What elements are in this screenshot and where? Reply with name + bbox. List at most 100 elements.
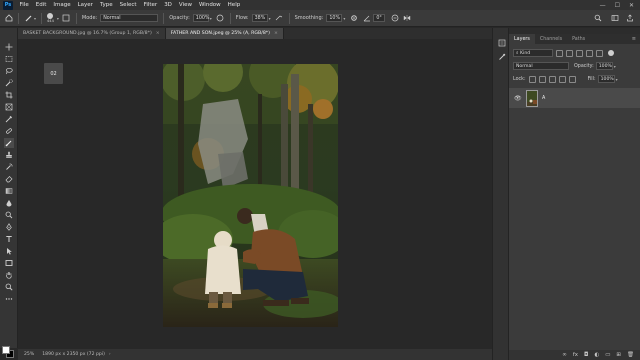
fx-icon[interactable]: fx	[573, 352, 578, 358]
filter-adjustment-icon[interactable]	[566, 49, 573, 57]
close-tab-icon[interactable]: ×	[156, 31, 160, 36]
chevron-down-icon[interactable]: ▾	[34, 16, 36, 21]
healing-brush-tool-icon[interactable]	[4, 126, 14, 136]
maximize-button[interactable]: ☐	[615, 2, 620, 9]
menu-3d[interactable]: 3D	[161, 2, 176, 8]
menu-file[interactable]: File	[16, 2, 32, 8]
angle-field[interactable]: 0°	[373, 14, 386, 22]
chevron-down-icon[interactable]: ▾	[210, 16, 212, 21]
new-group-icon[interactable]: ▭	[605, 352, 610, 358]
tab-channels[interactable]: Channels	[535, 34, 567, 44]
lock-image-icon[interactable]	[538, 75, 546, 83]
opacity-field[interactable]: 100%	[192, 14, 209, 22]
new-layer-icon[interactable]: ⊞	[616, 352, 621, 358]
menu-view[interactable]: View	[175, 2, 195, 8]
clone-stamp-tool-icon[interactable]	[4, 150, 14, 160]
chevron-down-icon[interactable]: ▾	[57, 16, 59, 21]
lock-position-icon[interactable]	[548, 75, 556, 83]
navigator-chip[interactable]: 02	[44, 63, 63, 84]
filter-type-icon[interactable]	[576, 49, 583, 57]
zoom-tool-icon[interactable]	[4, 282, 14, 292]
menu-type[interactable]: Type	[96, 2, 116, 8]
brush-settings-icon[interactable]	[62, 14, 71, 23]
menu-window[interactable]: Window	[195, 2, 224, 8]
document-canvas-photo[interactable]	[163, 64, 338, 327]
flow-field[interactable]: 38%	[251, 14, 268, 22]
link-layers-icon[interactable]: ∞	[562, 352, 567, 358]
brush-tool-icon[interactable]	[4, 138, 14, 148]
quick-selection-tool-icon[interactable]	[4, 78, 14, 88]
eyedropper-tool-icon[interactable]	[4, 114, 14, 124]
minimize-button[interactable]: —	[600, 2, 606, 9]
airbrush-icon[interactable]	[275, 14, 284, 23]
crop-tool-icon[interactable]	[4, 90, 14, 100]
pressure-size-icon[interactable]	[390, 14, 399, 23]
fill-field[interactable]: 100%	[597, 75, 615, 83]
marquee-tool-icon[interactable]	[4, 54, 14, 64]
visibility-eye-icon[interactable]: 👁	[514, 95, 522, 102]
symmetry-butterfly-icon[interactable]	[402, 14, 411, 23]
eraser-tool-icon[interactable]	[4, 174, 14, 184]
zoom-level[interactable]: 25%	[24, 352, 34, 357]
tab-father-and-son[interactable]: FATHER AND SON.jpeg @ 25% (A, RGB/8*) ×	[165, 28, 284, 39]
adjustment-layer-icon[interactable]: ◐	[594, 352, 599, 358]
pen-tool-icon[interactable]	[4, 222, 14, 232]
trash-icon[interactable]: 🗑	[627, 352, 634, 358]
filter-pixel-icon[interactable]	[556, 49, 563, 57]
layer-opacity-field[interactable]: 100%	[595, 62, 613, 70]
rectangle-tool-icon[interactable]	[4, 258, 14, 268]
frame-tool-icon[interactable]	[4, 102, 14, 112]
type-tool-icon[interactable]	[4, 234, 14, 244]
brush-tool-icon[interactable]	[24, 14, 33, 23]
properties-panel-icon[interactable]	[497, 52, 506, 61]
share-icon[interactable]	[625, 14, 634, 23]
menu-layer[interactable]: Layer	[74, 2, 96, 8]
lock-artboard-icon[interactable]	[558, 75, 566, 83]
chevron-down-icon[interactable]: ▾	[343, 16, 345, 21]
search-icon[interactable]	[593, 14, 602, 23]
status-menu-arrow-icon[interactable]: ›	[109, 352, 111, 357]
layer-name[interactable]: A	[542, 96, 545, 101]
smoothing-options-gear-icon[interactable]	[349, 14, 358, 23]
close-tab-icon[interactable]: ×	[274, 31, 278, 36]
layer-filter-select[interactable]: ⌕ Kind	[513, 49, 553, 57]
chevron-down-icon[interactable]: ▾	[269, 16, 271, 21]
lock-transparent-icon[interactable]	[528, 75, 536, 83]
add-mask-icon[interactable]: ◘	[584, 352, 588, 358]
home-icon[interactable]	[4, 14, 13, 23]
workspace-icon[interactable]	[610, 14, 619, 23]
brush-preset-picker[interactable]: 444	[47, 13, 54, 23]
blend-mode-select[interactable]: Normal	[513, 62, 569, 70]
panel-menu-icon[interactable]: ≡	[632, 34, 640, 44]
smoothing-field[interactable]: 10%	[326, 14, 343, 22]
menu-edit[interactable]: Edit	[32, 2, 50, 8]
history-panel-icon[interactable]	[497, 38, 506, 47]
mode-select[interactable]: Normal	[100, 14, 159, 22]
menu-select[interactable]: Select	[116, 2, 140, 8]
blur-tool-icon[interactable]	[4, 198, 14, 208]
chevron-down-icon[interactable]: ▾	[614, 64, 616, 69]
path-selection-tool-icon[interactable]	[4, 246, 14, 256]
menu-help[interactable]: Help	[224, 2, 244, 8]
menu-filter[interactable]: Filter	[140, 2, 161, 8]
layer-row[interactable]: 👁 A	[509, 88, 640, 108]
pressure-opacity-icon[interactable]	[216, 14, 225, 23]
hand-tool-icon[interactable]	[4, 270, 14, 280]
tab-layers[interactable]: Layers	[509, 34, 535, 44]
filter-smart-object-icon[interactable]	[596, 49, 603, 57]
lock-all-icon[interactable]	[568, 75, 576, 83]
gradient-tool-icon[interactable]	[4, 186, 14, 196]
menu-image[interactable]: Image	[50, 2, 74, 8]
tab-basket-background[interactable]: BASKET BACKGROUND.jpg @ 16.7% (Group 1, …	[18, 28, 166, 39]
dodge-tool-icon[interactable]	[4, 210, 14, 220]
tab-paths[interactable]: Paths	[567, 34, 590, 44]
lasso-tool-icon[interactable]	[4, 66, 14, 76]
move-tool-icon[interactable]	[4, 42, 14, 52]
chevron-down-icon[interactable]: ▾	[616, 77, 618, 82]
filter-toggle-icon[interactable]	[608, 50, 614, 56]
history-brush-tool-icon[interactable]	[4, 162, 14, 172]
foreground-color-swatch[interactable]	[2, 346, 10, 354]
close-button[interactable]: ✕	[629, 2, 634, 9]
more-tools-icon[interactable]	[4, 294, 14, 304]
filter-shape-icon[interactable]	[586, 49, 593, 57]
